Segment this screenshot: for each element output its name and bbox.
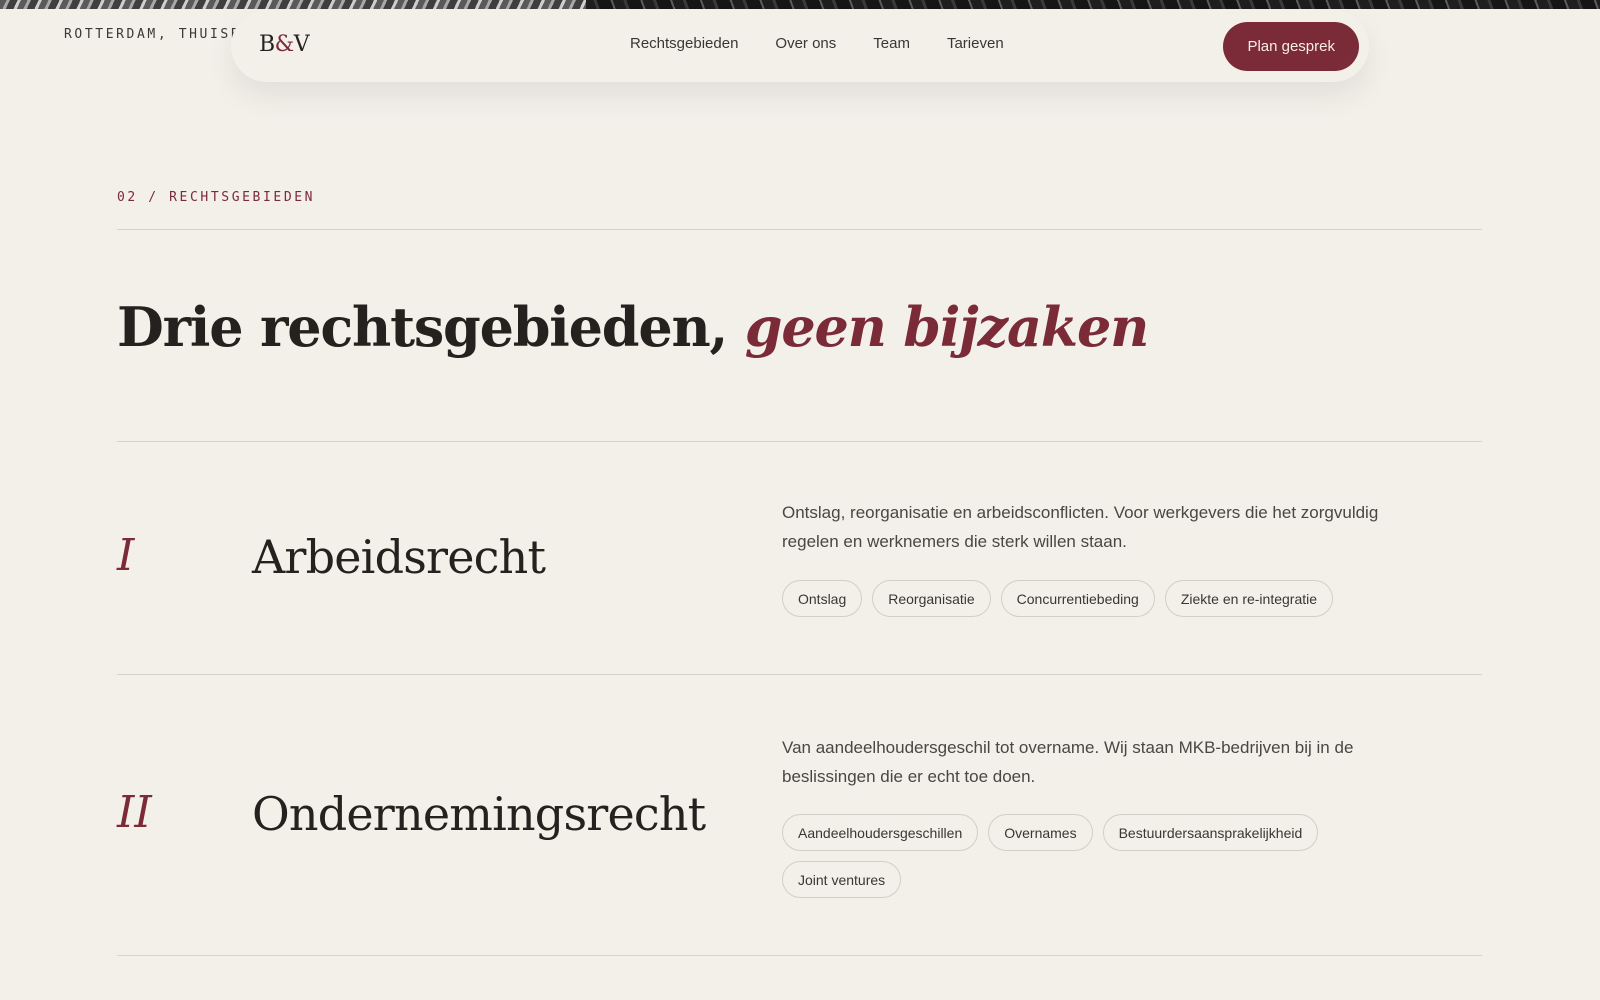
tag[interactable]: Overnames	[988, 814, 1093, 851]
divider	[117, 955, 1482, 956]
nav-links: Rechtsgebieden Over ons Team Tarieven	[630, 35, 1004, 52]
divider	[117, 441, 1482, 442]
area-tags: Aandeelhoudersgeschillen Overnames Bestu…	[782, 814, 1402, 898]
logo-ampersand: &	[274, 32, 295, 57]
divider	[117, 674, 1482, 675]
area-description: Ontslag, reorganisatie en arbeidsconflic…	[782, 503, 1379, 551]
page: ROTTERDAM, THUISB B&V Rechtsgebieden Ove…	[0, 0, 1600, 1000]
logo-letter-b: B	[259, 32, 275, 57]
hero-photo-strip	[0, 0, 1600, 9]
area-title: Arbeidsrecht	[252, 530, 546, 584]
nav-link-tarieven[interactable]: Tarieven	[947, 35, 1004, 52]
location-label: ROTTERDAM, THUISB	[64, 27, 242, 42]
plan-gesprek-button[interactable]: Plan gesprek	[1223, 22, 1359, 71]
headline-accent: geen bijzaken	[744, 295, 1150, 359]
area-numeral: I	[117, 530, 135, 581]
hero-photo-dark-segment	[586, 0, 1600, 9]
tag[interactable]: Joint ventures	[782, 861, 902, 898]
divider	[117, 229, 1482, 230]
section-eyebrow: 02 / RECHTSGEBIEDEN	[117, 190, 316, 205]
nav-link-rechtsgebieden[interactable]: Rechtsgebieden	[630, 35, 738, 52]
area-description: Van aandeelhoudersgeschil tot overname. …	[782, 738, 1354, 786]
logo[interactable]: B&V	[259, 32, 310, 57]
tag[interactable]: Ziekte en re-integratie	[1164, 580, 1334, 617]
tag[interactable]: Reorganisatie	[872, 580, 991, 617]
logo-letter-v: V	[293, 32, 310, 57]
area-numeral: II	[117, 787, 152, 838]
tag[interactable]: Concurrentiebeding	[1000, 580, 1155, 617]
nav-link-team[interactable]: Team	[873, 35, 910, 52]
tag[interactable]: Aandeelhoudersgeschillen	[782, 814, 979, 851]
main-navigation: B&V Rechtsgebieden Over ons Team Tarieve…	[231, 10, 1369, 82]
headline-main: Drie rechtsgebieden,	[117, 295, 745, 359]
nav-link-over-ons[interactable]: Over ons	[775, 35, 836, 52]
tag[interactable]: Ontslag	[782, 580, 863, 617]
area-title: Ondernemingsrecht	[252, 787, 706, 841]
tag[interactable]: Bestuurdersaansprakelijkheid	[1102, 814, 1319, 851]
section-headline: Drie rechtsgebieden, geen bijzaken	[117, 295, 1150, 359]
area-tags: Ontslag Reorganisatie Concurrentiebeding…	[782, 580, 1402, 617]
